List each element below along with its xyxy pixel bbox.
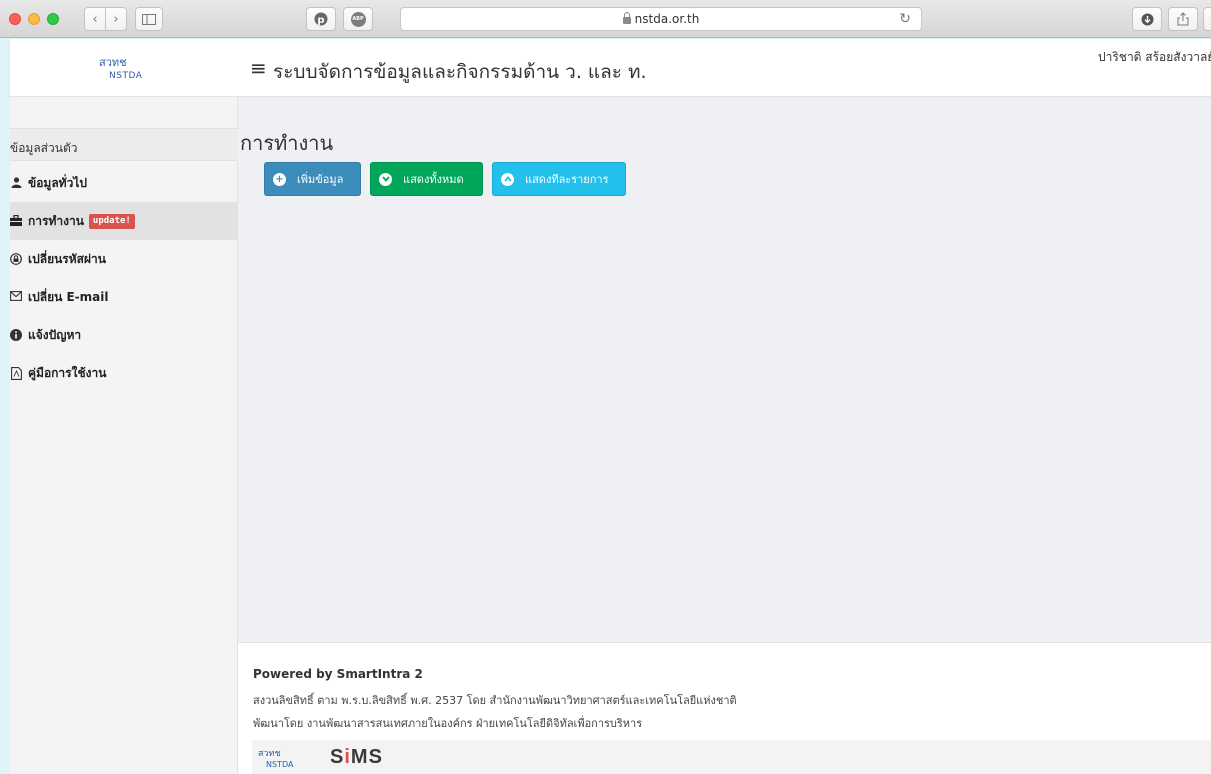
chevron-up-circle-icon: [501, 172, 514, 186]
pinterest-button[interactable]: p: [306, 7, 336, 31]
chevron-left-icon: ‹: [92, 11, 98, 27]
app-title: ระบบจัดการข้อมูลและกิจกรรมด้าน ว. และ ท.: [273, 61, 647, 83]
chevron-right-icon: ›: [113, 11, 119, 27]
adblock-icon: ABP: [350, 11, 366, 27]
nstda-logo-mark: สวทช NSTDA: [99, 56, 143, 81]
top-header: สวทช NSTDA ≡ ระบบจัดการข้อมูลและกิจกรรมด…: [10, 39, 1211, 97]
envelope-icon: [10, 291, 22, 303]
sidebar-item-label: คู่มือการใช้งาน: [28, 365, 107, 380]
sidebar-item-general-info[interactable]: ข้อมูลทั่วไป: [10, 164, 238, 202]
share-icon: [1177, 12, 1189, 26]
chevron-down-circle-icon: [379, 172, 392, 186]
footer-logos: สวทช NSTDA SiMS: [252, 740, 1211, 774]
download-icon: [1141, 13, 1153, 25]
user-name[interactable]: ปาริชาติ สร้อยสังวาลย์: [1098, 48, 1211, 67]
sidebar-item-label: การทำงาน: [28, 213, 84, 228]
lock-icon: [10, 253, 22, 265]
add-data-button[interactable]: + เพิ่มข้อมูล: [264, 162, 361, 196]
sidebar-item-work[interactable]: การทำงาน update!: [10, 202, 238, 240]
pdf-file-icon: [10, 367, 22, 380]
sidebar-section-title: ข้อมูลส่วนตัว: [10, 128, 238, 161]
adblock-button[interactable]: ABP: [343, 7, 373, 31]
sidebar-icon: [142, 13, 156, 25]
address-bar[interactable]: nstda.or.th ↻: [400, 7, 922, 31]
add-data-label: เพิ่มข้อมูล: [297, 173, 344, 186]
sidebar-item-change-password[interactable]: เปลี่ยนรหัสผ่าน: [10, 240, 238, 278]
main-content: การทำงาน + เพิ่มข้อมูล แสดงทั้งหมด แสดงท…: [238, 97, 1211, 642]
copyright-text: สงวนลิขสิทธิ์ ตาม พ.ร.บ.ลิขสิทธิ์ พ.ศ. 2…: [253, 694, 737, 707]
show-all-button[interactable]: แสดงทั้งหมด: [370, 162, 483, 196]
web-page: สวทช NSTDA ≡ ระบบจัดการข้อมูลและกิจกรรมด…: [10, 39, 1211, 774]
svg-text:สวทช: สวทช: [258, 749, 281, 759]
svg-text:p: p: [317, 15, 324, 26]
footer: Powered by SmartIntra 2 สงวนลิขสิทธิ์ ตา…: [238, 642, 1211, 774]
nstda-logo[interactable]: สวทช NSTDA: [10, 39, 238, 97]
forward-button[interactable]: ›: [105, 7, 127, 31]
sims-logo[interactable]: SiMS: [330, 746, 383, 769]
browser-toolbar: ‹ › p ABP nstda.or.th ↻: [0, 0, 1211, 38]
show-per-item-button[interactable]: แสดงทีละรายการ: [492, 162, 626, 196]
reload-icon[interactable]: ↻: [899, 11, 911, 27]
pinterest-icon: p: [314, 12, 328, 26]
sidebar-item-label: เปลี่ยนรหัสผ่าน: [28, 251, 106, 266]
sidebar-item-label: ข้อมูลทั่วไป: [28, 175, 87, 190]
menu-toggle-icon[interactable]: ≡: [250, 56, 267, 80]
sidebar-item-label: เปลี่ยน E-mail: [28, 289, 109, 304]
downloads-button[interactable]: [1132, 7, 1162, 31]
powered-by-text: Powered by SmartIntra 2: [253, 667, 423, 681]
page-title: การทำงาน: [240, 131, 334, 155]
sidebar-item-label: แจ้งปัญหา: [28, 327, 82, 342]
back-button[interactable]: ‹: [84, 7, 106, 31]
minimize-window-button[interactable]: [28, 13, 40, 25]
sidebar-item-change-email[interactable]: เปลี่ยน E-mail: [10, 278, 238, 316]
nstda-footer-logo[interactable]: สวทช NSTDA: [254, 746, 314, 770]
sidebar: ข้อมูลส่วนตัว ข้อมูลทั่วไป การทำงาน upda…: [10, 97, 238, 774]
tab-overview-button[interactable]: [1203, 7, 1211, 31]
show-per-item-label: แสดงทีละรายการ: [525, 173, 609, 186]
close-window-button[interactable]: [9, 13, 21, 25]
update-badge: update!: [88, 213, 135, 229]
sidebar-item-report-problem[interactable]: แจ้งปัญหา: [10, 316, 238, 354]
info-icon: [10, 329, 22, 341]
svg-text:NSTDA: NSTDA: [109, 71, 143, 81]
maximize-window-button[interactable]: [47, 13, 59, 25]
sidebar-item-manual[interactable]: คู่มือการใช้งาน: [10, 354, 238, 392]
sidebar-toggle-button[interactable]: [135, 7, 163, 31]
show-all-label: แสดงทั้งหมด: [403, 173, 464, 186]
developer-text: พัฒนาโดย งานพัฒนาสารสนเทศภายในองค์กร ฝ่า…: [253, 717, 643, 730]
svg-text:NSTDA: NSTDA: [266, 760, 294, 769]
share-button[interactable]: [1168, 7, 1198, 31]
svg-text:สวทช: สวทช: [99, 56, 127, 69]
lock-icon: [622, 11, 631, 24]
plus-circle-icon: +: [273, 172, 286, 186]
briefcase-icon: [10, 214, 22, 227]
user-icon: [10, 177, 22, 189]
address-url: nstda.or.th: [634, 12, 700, 26]
